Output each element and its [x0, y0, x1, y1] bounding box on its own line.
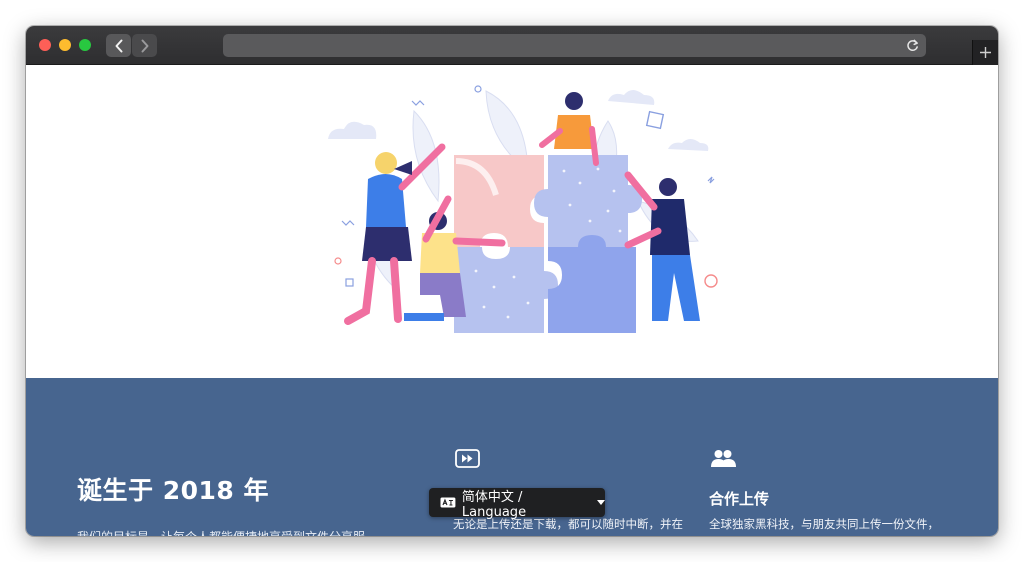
- about-title: 诞生于 2018 年: [77, 476, 269, 505]
- chevron-left-icon: [115, 39, 122, 52]
- close-window-button[interactable]: [39, 39, 51, 51]
- caret-down-icon: [597, 500, 605, 505]
- language-selector-button[interactable]: 简体中文 / Language: [429, 488, 605, 520]
- browser-window: 诞生于 2018 年 我们的目标是，让每个人都能便捷地享受到文件分享服 无论是上…: [26, 26, 998, 536]
- minimize-window-button[interactable]: [59, 39, 71, 51]
- about-subtitle: 我们的目标是，让每个人都能便捷地享受到文件分享服: [77, 528, 365, 536]
- reload-icon[interactable]: [905, 38, 920, 53]
- fast-forward-icon: [455, 449, 480, 472]
- hero-section: [26, 65, 998, 378]
- team-puzzle-illustration: [328, 85, 718, 333]
- back-button[interactable]: [106, 34, 131, 57]
- browser-titlebar: [26, 26, 998, 65]
- feature-coupload-title: 合作上传: [709, 490, 770, 508]
- address-bar[interactable]: [223, 34, 926, 57]
- language-icon: [440, 497, 456, 508]
- plus-icon: [980, 47, 991, 58]
- users-icon: [710, 449, 736, 472]
- language-selector-label: 简体中文 / Language: [461, 489, 527, 520]
- chevron-right-icon: [141, 39, 148, 52]
- maximize-window-button[interactable]: [79, 39, 91, 51]
- feature-coupload-desc: 全球独家黑科技，与朋友共同上传一份文件，: [709, 517, 939, 531]
- new-tab-button[interactable]: [972, 40, 998, 65]
- forward-button[interactable]: [132, 34, 157, 57]
